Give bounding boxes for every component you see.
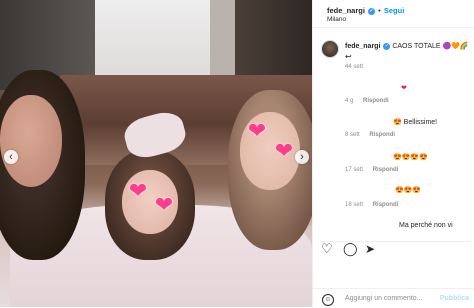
verified-badge-icon: ✓ xyxy=(368,7,376,15)
like-heart-icon[interactable]: ♡ xyxy=(321,242,333,256)
heart-sticker-icon: ❤ xyxy=(128,178,148,203)
add-comment-bar: ☺ Aggiungi un commento... Pubblica xyxy=(313,288,474,308)
reply-button[interactable]: Rispondi xyxy=(369,132,395,138)
caption-username[interactable]: fede_nargi xyxy=(345,43,380,50)
background-door xyxy=(95,0,210,80)
comment-time: 4 g xyxy=(345,98,354,104)
caption: fede_nargi ✓ CAOS TOTALE 🟣🧡🌈 ↩ 44 sett xyxy=(313,36,474,76)
avatar[interactable] xyxy=(321,40,339,58)
emoji-smiley-icon[interactable]: ☺ xyxy=(322,294,334,306)
comment-item: 😍😍😍 18 sett Rispondi xyxy=(345,186,470,210)
heart-sticker-icon: ❤ xyxy=(154,192,174,217)
comment-meta: 8 sett Rispondi xyxy=(345,132,395,138)
caption-body: CAOS TOTALE 🟣🧡🌈 xyxy=(392,43,469,50)
comment-time: 17 sett xyxy=(345,167,364,173)
heart-sticker-icon: ❤ xyxy=(274,138,294,163)
comment-meta: 18 sett Rispondi xyxy=(345,202,398,208)
follow-button[interactable]: Segui xyxy=(384,6,404,15)
comment-text: 😍😍😍 xyxy=(395,187,422,194)
comment-text: 😍😍😍😍 xyxy=(393,154,428,161)
comment-time: 8 sett xyxy=(345,132,360,138)
reply-arrow-icon: ↩ xyxy=(345,52,352,61)
caption-text: fede_nargi ✓ CAOS TOTALE 🟣🧡🌈 xyxy=(345,42,474,50)
comment-meta: 17 sett Rispondi xyxy=(345,167,398,173)
comment-item: 😍 Bellissime! 8 sett Rispondi xyxy=(345,118,470,142)
comment-item: ❤ 4 g Rispondi xyxy=(345,84,470,108)
comment-item: Ma perché non vi xyxy=(345,222,470,236)
publish-button[interactable]: Pubblica xyxy=(440,295,469,302)
comment-meta: 4 g Rispondi xyxy=(345,98,389,104)
action-bar: ♡ ◯ ➤ xyxy=(321,241,471,258)
post-side-panel: fede_nargi ✓ • Segui Milano fede_nargi ✓… xyxy=(312,0,474,307)
comment-item: 😍😍😍😍 17 sett Rispondi xyxy=(345,153,470,177)
location-link[interactable]: Milano xyxy=(327,16,346,23)
comment-text: 😍 Bellissime! xyxy=(393,119,438,126)
caption-time: 44 sett xyxy=(345,64,364,70)
comment-time: 18 sett xyxy=(345,202,364,208)
reply-button[interactable]: Rispondi xyxy=(373,167,399,173)
post-header: fede_nargi ✓ • Segui Milano xyxy=(313,0,474,28)
share-plane-icon[interactable]: ➤ xyxy=(365,242,375,256)
heart-sticker-icon: ❤ xyxy=(247,118,267,143)
mother-face xyxy=(0,95,62,187)
comment-text: ❤ xyxy=(401,85,407,92)
post-photo[interactable]: ❤ ❤ ❤ ❤ ‹ › xyxy=(0,0,312,307)
reply-button[interactable]: Rispondi xyxy=(363,98,389,104)
header-username[interactable]: fede_nargi xyxy=(327,6,365,15)
header-separator: • xyxy=(378,6,381,15)
comment-bubble-icon[interactable]: ◯ xyxy=(343,242,358,256)
reply-button[interactable]: Rispondi xyxy=(373,202,399,208)
comment-input[interactable]: Aggiungi un commento... xyxy=(345,295,422,302)
header-user-line: fede_nargi ✓ • Segui xyxy=(327,6,404,15)
carousel-next-button[interactable]: › xyxy=(295,150,309,164)
carousel-prev-button[interactable]: ‹ xyxy=(4,150,18,164)
verified-badge-icon: ✓ xyxy=(383,42,391,50)
background-doorframe xyxy=(210,0,235,80)
comment-text: Ma perché non vi xyxy=(399,222,453,229)
